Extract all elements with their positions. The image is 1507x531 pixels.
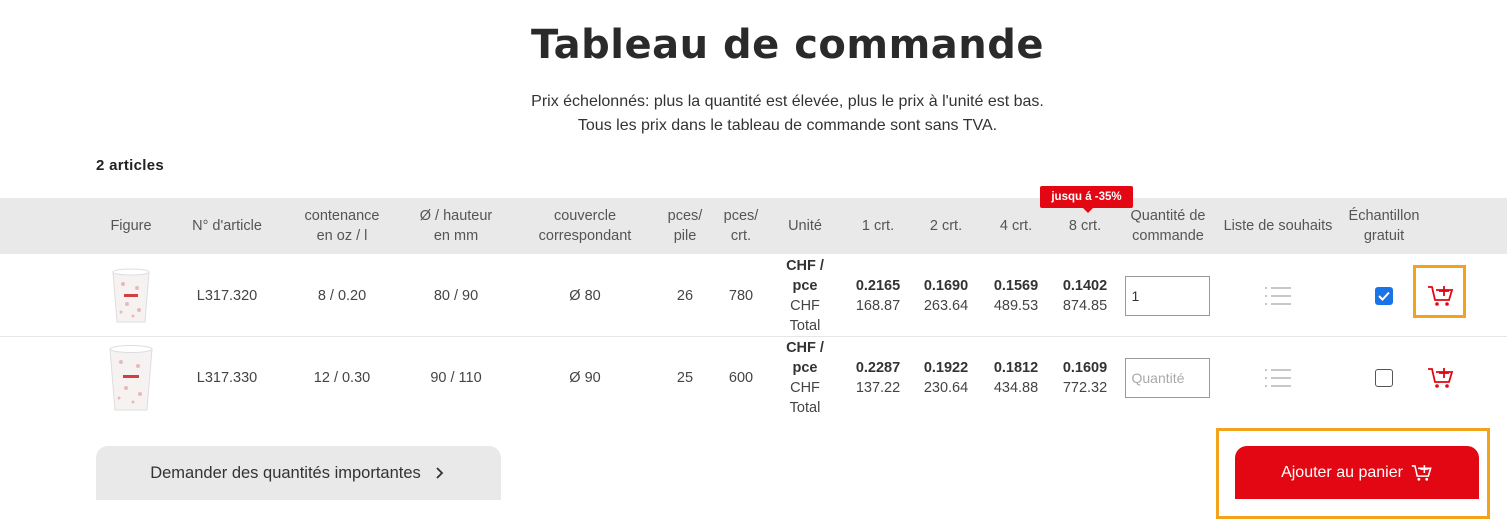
col-pcs-carton: pces/crt. (723, 208, 759, 244)
price-tier-2: 0.1922 230.64 (923, 360, 969, 396)
col-pcs-stack: pces/pile (667, 208, 703, 244)
highlight-frame-sample-cart (1413, 265, 1466, 318)
price-tier-1: 0.2287 137.22 (855, 360, 901, 396)
sample-checkbox[interactable] (1375, 287, 1393, 305)
col-size: Ø / hauteur en mm (419, 208, 493, 244)
pcs-per-carton: 600 (728, 370, 754, 386)
list-icon (1265, 287, 1291, 305)
cup-image (112, 268, 150, 323)
capacity: 12 / 0.30 (313, 370, 371, 386)
cart-plus-icon (1411, 464, 1432, 481)
price-tier-8: 0.1609 772.32 (1062, 360, 1108, 396)
cart-plus-icon (1428, 368, 1454, 388)
table-row: L317.320 8 / 0.20 80 / 90 Ø 80 26 780 CH… (0, 255, 1507, 337)
size: 90 / 110 (430, 370, 482, 386)
price-tier-4: 0.1569 489.53 (993, 278, 1039, 314)
add-to-cart-button[interactable]: Ajouter au panier (1235, 446, 1479, 499)
col-tier-2: 2 crt. (929, 218, 963, 234)
pcs-per-stack: 25 (676, 370, 694, 386)
col-tier-1: 1 crt. (861, 218, 895, 234)
col-tier-4: 4 crt. (999, 218, 1033, 234)
col-figure: Figure (110, 218, 152, 234)
col-quantity: Quantité de commande (1130, 208, 1206, 244)
quantity-cell (1122, 337, 1212, 419)
unit-label: CHF / pce CHF Total (786, 340, 824, 416)
table-row: L317.330 12 / 0.30 90 / 110 Ø 90 25 600 … (0, 337, 1507, 419)
lid: Ø 90 (569, 370, 601, 386)
capacity: 8 / 0.20 (317, 288, 367, 304)
article-number: L317.320 (196, 288, 258, 304)
quantity-input[interactable] (1124, 276, 1210, 316)
wishlist-button[interactable] (1250, 255, 1306, 337)
page-title: Tableau de commande (531, 22, 1044, 68)
price-tier-4: 0.1812 434.88 (993, 360, 1039, 396)
quantity-cell (1122, 255, 1212, 337)
unit-label: CHF / pce CHF Total (786, 258, 824, 334)
subtitle-vat: Tous les prix dans le tableau de command… (577, 117, 998, 134)
product-image[interactable] (100, 255, 162, 337)
pcs-per-carton: 780 (728, 288, 754, 304)
cup-image (109, 345, 153, 411)
price-tier-1: 0.2165 168.87 (855, 278, 901, 314)
wishlist-button[interactable] (1250, 337, 1306, 419)
col-lid: couvercle correspondant (538, 208, 632, 244)
chevron-right-icon (436, 467, 444, 479)
col-sample: Échantillon gratuit (1348, 208, 1420, 244)
quantity-input[interactable] (1124, 358, 1210, 398)
col-article-no: N° d'article (192, 218, 262, 234)
article-count: 2 articles (96, 157, 165, 174)
col-unit: Unité (788, 218, 822, 234)
col-capacity: contenance en oz / l (304, 208, 380, 244)
table-header: Figure N° d'article contenance en oz / l … (0, 198, 1507, 254)
size: 80 / 90 (433, 288, 479, 304)
sample-checkbox[interactable] (1375, 369, 1393, 387)
list-icon (1265, 369, 1291, 387)
price-tier-8: 0.1402 874.85 (1062, 278, 1108, 314)
sample-checkbox-cell (1370, 337, 1398, 419)
sample-checkbox-cell (1370, 255, 1398, 337)
col-wishlist: Liste de souhaits (1223, 218, 1333, 234)
price-tier-2: 0.1690 263.64 (923, 278, 969, 314)
request-large-quantities-button[interactable]: Demander des quantités importantes (96, 446, 501, 500)
lid: Ø 80 (569, 288, 601, 304)
product-image[interactable] (100, 337, 162, 419)
subtitle-pricing: Prix échelonnés: plus la quantité est él… (531, 93, 1044, 110)
pcs-per-stack: 26 (676, 288, 694, 304)
sample-cart-button[interactable] (1420, 337, 1462, 419)
discount-badge: jusqu á -35% (1040, 186, 1133, 213)
check-icon (1378, 291, 1390, 301)
article-number: L317.330 (196, 370, 258, 386)
